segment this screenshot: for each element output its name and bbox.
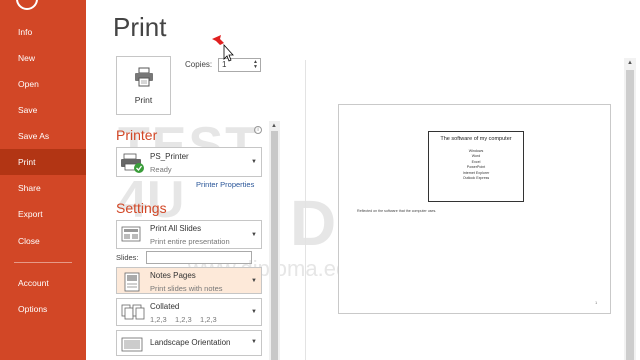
nav-new[interactable]: New: [0, 45, 86, 71]
chevron-down-icon: ▼: [251, 309, 257, 315]
copies-label: Copies:: [185, 60, 213, 69]
nav-info[interactable]: Info: [0, 19, 86, 45]
layout-title: Notes Pages: [150, 271, 196, 280]
nav-save-as[interactable]: Save As: [0, 123, 86, 149]
nav-divider: [14, 262, 72, 263]
printer-device-icon: [121, 153, 144, 173]
nav-export[interactable]: Export: [0, 201, 86, 227]
nav-account[interactable]: Account: [0, 270, 86, 296]
print-range-dropdown[interactable]: Print All Slides Print entire presentati…: [116, 220, 262, 249]
printer-properties-link[interactable]: Printer Properties: [196, 180, 254, 189]
print-range-subtitle: Print entire presentation: [150, 237, 230, 246]
spin-down-icon[interactable]: ▼: [252, 65, 259, 70]
chevron-down-icon: ▼: [251, 278, 257, 284]
layout-dropdown[interactable]: Notes Pages Print slides with notes ▼: [116, 267, 262, 294]
slides-label: Slides:: [116, 253, 139, 262]
settings-section-title: Settings: [116, 200, 167, 216]
collation-subtitle: 1,2,3 1,2,3 1,2,3: [150, 315, 217, 324]
info-icon[interactable]: i: [254, 126, 262, 134]
printer-status: Ready: [150, 165, 172, 174]
landscape-orientation-icon: [121, 337, 143, 352]
orientation-title: Landscape Orientation: [150, 338, 231, 347]
print-button[interactable]: Print: [116, 56, 171, 115]
nav-close[interactable]: Close: [0, 228, 86, 254]
preview-page-number: 1: [595, 300, 598, 305]
nav-options[interactable]: Options: [0, 296, 86, 322]
scrollbar-thumb[interactable]: [271, 131, 278, 360]
layout-subtitle: Print slides with notes: [150, 284, 223, 293]
collated-icon: [121, 304, 145, 320]
chevron-down-icon: ▼: [251, 339, 257, 345]
nav-share[interactable]: Share: [0, 175, 86, 201]
printer-section-title: Printer: [116, 127, 158, 143]
backstage-sidebar: Info New Open Save Save As Print Share E…: [0, 0, 86, 360]
preview-slide-title: The software of my computer: [440, 136, 512, 142]
preview-slide-thumbnail: The software of my computer Windows Word…: [428, 131, 524, 202]
list-item: Outlook Express: [462, 176, 490, 181]
slides-range-icon: [121, 226, 141, 242]
print-range-title: Print All Slides: [150, 224, 202, 233]
printer-dropdown[interactable]: PS_Printer Ready ▼: [116, 147, 262, 177]
pane-divider: [305, 60, 306, 360]
chevron-down-icon: ▼: [251, 232, 257, 238]
slides-input[interactable]: [146, 251, 252, 264]
settings-scrollbar[interactable]: ▲: [269, 121, 280, 360]
nav-print[interactable]: Print: [0, 149, 86, 175]
scrollbar-thumb[interactable]: [626, 70, 634, 360]
collation-dropdown[interactable]: Collated 1,2,3 1,2,3 1,2,3 ▼: [116, 298, 262, 326]
nav-open[interactable]: Open: [0, 71, 86, 97]
preview-slide-list: Windows Word Excel PowerPoint Internet E…: [429, 149, 523, 181]
notes-pages-icon: [124, 272, 140, 292]
mouse-cursor-icon: [212, 35, 234, 62]
page-title: Print: [113, 12, 167, 42]
scroll-up-icon[interactable]: ▲: [271, 123, 277, 129]
print-button-label: Print: [134, 95, 153, 105]
chevron-down-icon: ▼: [251, 159, 257, 165]
preview-scrollbar[interactable]: ▲: [624, 58, 636, 360]
collation-title: Collated: [150, 302, 180, 311]
preview-note-text: Reflected on the software that the compu…: [357, 209, 437, 213]
scroll-up-icon[interactable]: ▲: [627, 60, 633, 66]
printer-name: PS_Printer: [150, 152, 189, 161]
orientation-dropdown[interactable]: Landscape Orientation ▼: [116, 330, 262, 356]
printer-icon: [135, 67, 153, 87]
back-arrow-icon[interactable]: [16, 0, 38, 10]
nav-save[interactable]: Save: [0, 97, 86, 123]
